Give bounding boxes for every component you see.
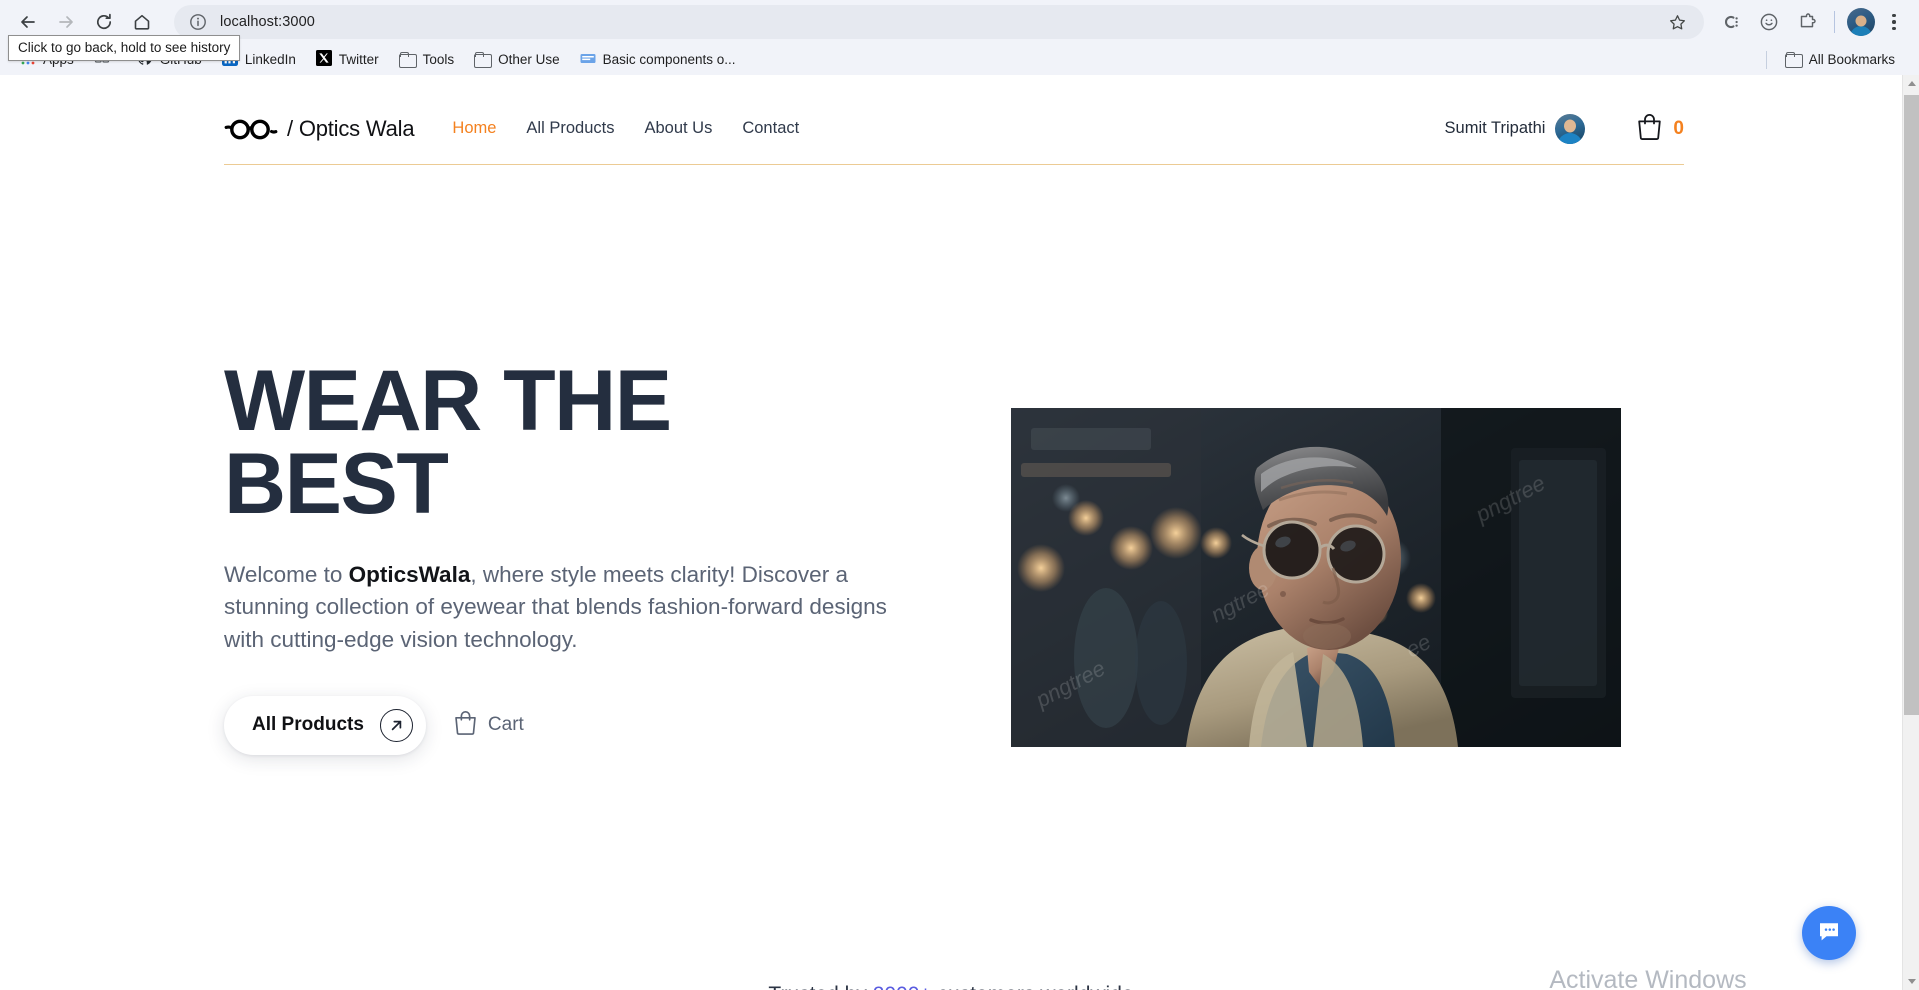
glasses-icon xyxy=(224,117,278,141)
three-dots-menu-icon[interactable] xyxy=(1879,5,1909,39)
trusted-prefix: Trusted by xyxy=(768,983,872,990)
all-products-button-label: All Products xyxy=(252,714,364,736)
back-button-tooltip: Click to go back, hold to see history xyxy=(8,35,241,61)
bookmark-label: Other Use xyxy=(498,52,560,67)
chat-widget-button[interactable] xyxy=(1802,906,1856,960)
nav-link-contact[interactable]: Contact xyxy=(742,119,799,138)
brand-name: / Optics Wala xyxy=(287,115,415,141)
cart-link-label: Cart xyxy=(487,714,524,736)
all-bookmarks-label: All Bookmarks xyxy=(1808,52,1895,67)
hero-text-column: WEAR THE BEST Welcome to OpticsWala, whe… xyxy=(224,358,924,755)
page-content: / Optics Wala Home All Products About Us… xyxy=(0,75,1902,990)
folder-icon xyxy=(474,51,493,68)
trusted-suffix: customers worldwide xyxy=(932,983,1134,990)
cart-button[interactable]: 0 xyxy=(1637,113,1684,145)
bookmark-twitter[interactable]: Twitter xyxy=(308,47,387,72)
hero-title-line2: BEST xyxy=(224,436,449,533)
bookmarks-divider xyxy=(1765,50,1767,69)
bookmark-page-icon xyxy=(580,52,596,68)
site-header: / Optics Wala Home All Products About Us… xyxy=(224,93,1684,165)
toolbar-divider xyxy=(1834,11,1835,33)
smiley-icon[interactable] xyxy=(1752,5,1786,39)
hero-photo-illustration: pngtree ngtree ee pngtree xyxy=(1011,408,1621,747)
windows-watermark-title: Activate Windows xyxy=(1549,966,1747,990)
cart-link[interactable]: Cart xyxy=(454,710,524,740)
nav-link-all-products[interactable]: All Products xyxy=(526,119,614,138)
shopping-bag-icon xyxy=(1637,113,1662,145)
header-right: Sumit Tripathi 0 xyxy=(1445,113,1684,145)
nav-link-about-us[interactable]: About Us xyxy=(644,119,712,138)
browser-chrome: localhost:3000 LinkedIn Twitter Tools Ot… xyxy=(0,0,1919,75)
avatar[interactable] xyxy=(1555,113,1586,144)
cart-count-badge: 0 xyxy=(1673,117,1684,139)
page-title: WEAR THE BEST xyxy=(224,358,744,527)
scrollbar-up-arrow[interactable] xyxy=(1903,75,1919,92)
site-info-icon[interactable] xyxy=(188,12,208,32)
folder-icon xyxy=(398,51,417,68)
shopping-bag-icon xyxy=(454,710,477,740)
bookmark-other-use-folder[interactable]: Other Use xyxy=(466,49,568,70)
c-tool-icon[interactable] xyxy=(1714,5,1748,39)
chevron-down-icon xyxy=(1907,979,1916,984)
nav-link-home[interactable]: Home xyxy=(452,119,496,138)
arrow-up-right-circle-icon xyxy=(379,708,413,742)
folder-icon xyxy=(1784,51,1803,68)
twitter-x-icon xyxy=(315,50,332,69)
address-bar[interactable]: localhost:3000 xyxy=(174,5,1704,39)
all-products-button[interactable]: All Products xyxy=(224,695,426,755)
browser-toolbar: localhost:3000 xyxy=(0,0,1919,44)
chat-bubble-icon xyxy=(1816,918,1842,949)
bookmark-label: Basic components o... xyxy=(602,52,736,67)
bookmarks-bar: Apps GitHub xyxy=(0,44,1919,75)
url-text: localhost:3000 xyxy=(220,14,315,30)
scrollbar-down-arrow[interactable] xyxy=(1903,973,1919,990)
hero-title-line1: WEAR THE xyxy=(224,353,672,449)
page-scrollbar[interactable] xyxy=(1902,75,1919,990)
user-name: Sumit Tripathi xyxy=(1444,119,1546,137)
user-profile[interactable]: Sumit Tripathi xyxy=(1444,113,1586,144)
scrollbar-thumb[interactable] xyxy=(1904,95,1919,715)
star-icon[interactable] xyxy=(1664,9,1690,35)
hero-desc-brand: OpticsWala xyxy=(348,561,471,587)
bookmark-basic-components[interactable]: Basic components o... xyxy=(572,49,744,71)
profile-avatar-icon[interactable] xyxy=(1847,8,1875,36)
all-bookmarks-button[interactable]: All Bookmarks xyxy=(1777,49,1903,70)
bookmark-label: LinkedIn xyxy=(244,52,296,67)
bookmark-tools-folder[interactable]: Tools xyxy=(391,49,463,70)
hero-actions: All Products Cart xyxy=(224,695,924,755)
hero-desc-prefix: Welcome to xyxy=(224,561,349,587)
windows-activation-watermark: Activate Windows Go to Settings to activ… xyxy=(1549,965,1794,990)
brand-logo[interactable]: / Optics Wala xyxy=(224,115,415,142)
bookmark-label: Tools xyxy=(422,52,455,67)
hero-image: pngtree ngtree ee pngtree xyxy=(1008,405,1624,750)
reload-icon xyxy=(94,12,114,32)
main-nav: Home All Products About Us Contact xyxy=(452,119,799,138)
hero-photo: pngtree ngtree ee pngtree xyxy=(1011,408,1621,747)
extensions-puzzle-icon[interactable] xyxy=(1790,5,1824,39)
back-arrow-icon xyxy=(18,12,38,32)
all-bookmarks-area: All Bookmarks xyxy=(1765,49,1907,70)
home-icon xyxy=(132,12,152,32)
forward-arrow-icon xyxy=(56,12,76,32)
trusted-highlight: 2000+ xyxy=(873,983,932,990)
chevron-up-icon xyxy=(1907,81,1916,86)
bookmark-label: Twitter xyxy=(338,52,379,67)
hero-description: Welcome to OpticsWala, where style meets… xyxy=(224,559,904,656)
